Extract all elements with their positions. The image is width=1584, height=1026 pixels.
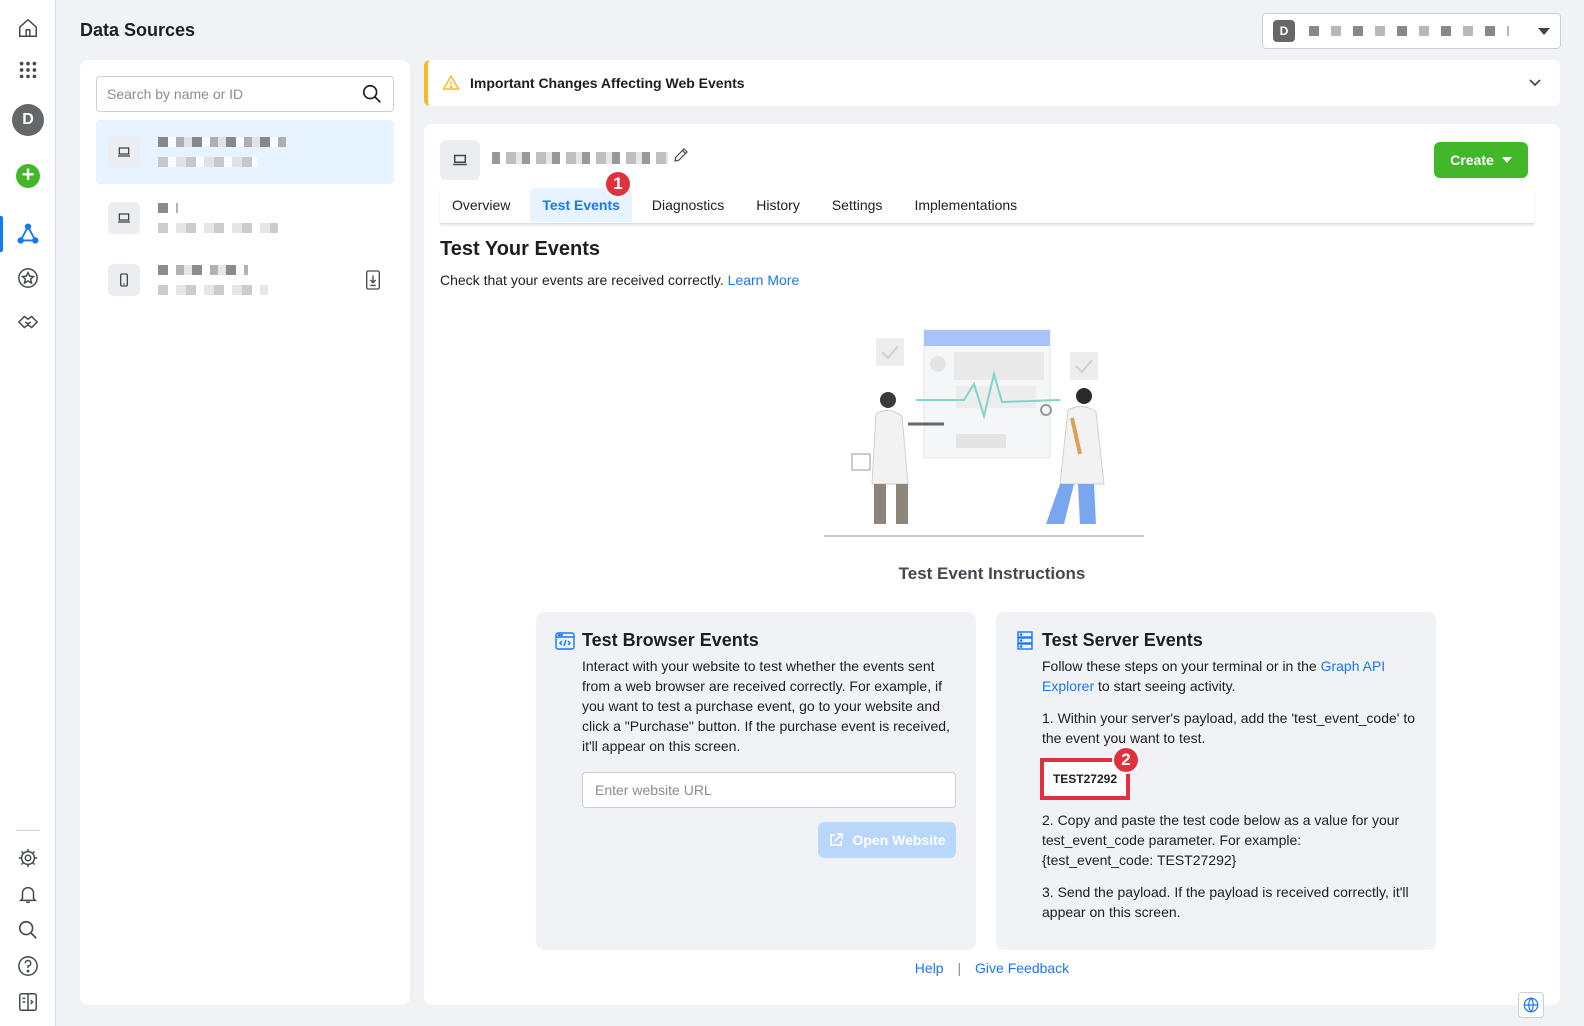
laptop-icon — [108, 136, 140, 168]
important-changes-banner[interactable]: Important Changes Affecting Web Events — [424, 60, 1560, 106]
section-heading: Test Your Events — [440, 238, 601, 260]
tab-overview[interactable]: Overview — [440, 188, 522, 222]
home-icon[interactable] — [0, 10, 56, 46]
source-item[interactable] — [96, 186, 394, 250]
plus-icon: + — [16, 164, 40, 188]
pencil-edit-icon[interactable] — [672, 146, 690, 164]
laptop-icon — [108, 202, 140, 234]
section-subtitle: Check that your events are received corr… — [440, 272, 799, 288]
account-name-redacted — [1309, 26, 1509, 36]
data-source-name-redacted — [492, 152, 668, 164]
source-item[interactable] — [96, 248, 394, 312]
test-events-illustration — [824, 329, 1144, 537]
server-step-1: 1. Within your server's payload, add the… — [1042, 710, 1416, 746]
website-url-input[interactable] — [582, 772, 956, 808]
account-initial: D — [1273, 20, 1295, 42]
source-name-redacted — [158, 137, 286, 167]
bell-icon[interactable] — [0, 876, 56, 912]
language-globe-icon[interactable] — [1518, 992, 1544, 1018]
tab-history[interactable]: History — [744, 188, 812, 222]
apps-grid-icon[interactable] — [0, 52, 56, 88]
page-title: Data Sources — [80, 20, 196, 40]
give-feedback-link[interactable]: Give Feedback — [975, 960, 1069, 976]
footer-separator: | — [957, 960, 962, 976]
server-icon — [1017, 631, 1033, 650]
tab-diagnostics[interactable]: Diagnostics — [640, 188, 736, 222]
account-avatar[interactable]: D — [0, 102, 56, 138]
test-server-events-card: Test Server Events Follow these steps on… — [996, 612, 1436, 950]
main-content-card: Create Overview Test Events Diagnostics … — [424, 124, 1560, 1005]
source-search-input[interactable] — [107, 86, 361, 102]
step-badge-2: 2 — [1112, 746, 1140, 774]
create-button-label: Create — [1450, 152, 1494, 168]
dropdown-caret-icon — [1538, 27, 1550, 35]
tab-settings[interactable]: Settings — [820, 188, 895, 222]
subtitle-text: Check that your events are received corr… — [440, 272, 724, 288]
server-intro-text: Follow these steps on your terminal or i… — [1042, 658, 1317, 674]
business-account-selector[interactable]: D — [1262, 13, 1561, 49]
star-icon[interactable] — [0, 260, 56, 296]
learn-more-link[interactable]: Learn More — [728, 272, 800, 288]
laptop-icon — [440, 140, 480, 180]
left-rail: D + — [0, 0, 56, 1026]
instructions-title: Test Event Instructions — [898, 564, 1086, 583]
source-item[interactable] — [96, 120, 394, 184]
server-step-2: 2. Copy and paste the test code below as… — [1042, 812, 1400, 868]
data-sources-icon[interactable] — [0, 216, 56, 252]
tab-implementations[interactable]: Implementations — [902, 188, 1029, 222]
open-website-button[interactable]: Open Website — [818, 822, 956, 858]
source-name-redacted — [158, 203, 278, 233]
warning-icon — [442, 74, 460, 90]
app-download-icon — [366, 270, 380, 290]
browser-code-icon — [555, 632, 575, 650]
rail-divider — [16, 830, 40, 831]
mobile-phone-icon — [108, 264, 140, 296]
chevron-down-icon[interactable] — [1528, 76, 1542, 90]
create-plus-button[interactable]: + — [0, 158, 56, 194]
avatar-initial: D — [12, 104, 44, 136]
help-link[interactable]: Help — [915, 960, 944, 976]
search-icon[interactable] — [361, 83, 383, 105]
test-browser-events-card: Test Browser Events Interact with your w… — [536, 612, 976, 950]
handshake-icon[interactable] — [0, 304, 56, 340]
data-source-list-panel — [80, 60, 410, 1005]
source-search-field[interactable] — [96, 76, 394, 112]
open-website-label: Open Website — [852, 832, 946, 848]
browser-card-text: Interact with your website to test wheth… — [582, 658, 950, 754]
banner-title: Important Changes Affecting Web Events — [470, 75, 745, 91]
create-button[interactable]: Create — [1434, 142, 1528, 178]
server-card-title: Test Server Events — [1042, 630, 1203, 650]
browser-card-title: Test Browser Events — [582, 630, 759, 650]
server-step-3: 3. Send the payload. If the payload is r… — [1042, 884, 1409, 920]
dropdown-caret-icon — [1501, 157, 1512, 163]
help-icon[interactable] — [0, 948, 56, 984]
panel-toggle-icon[interactable] — [0, 984, 56, 1020]
external-link-icon — [830, 833, 844, 846]
server-intro-after: to start seeing activity. — [1098, 678, 1236, 694]
footer-links: Help | Give Feedback — [424, 960, 1560, 976]
tab-bar: Overview Test Events Diagnostics History… — [440, 186, 1534, 224]
server-intro: Follow these steps on your terminal or i… — [1042, 656, 1416, 696]
settings-gear-icon[interactable] — [0, 840, 56, 876]
step-badge-1: 1 — [604, 170, 632, 198]
search-icon[interactable] — [0, 912, 56, 948]
source-name-redacted — [158, 265, 268, 295]
